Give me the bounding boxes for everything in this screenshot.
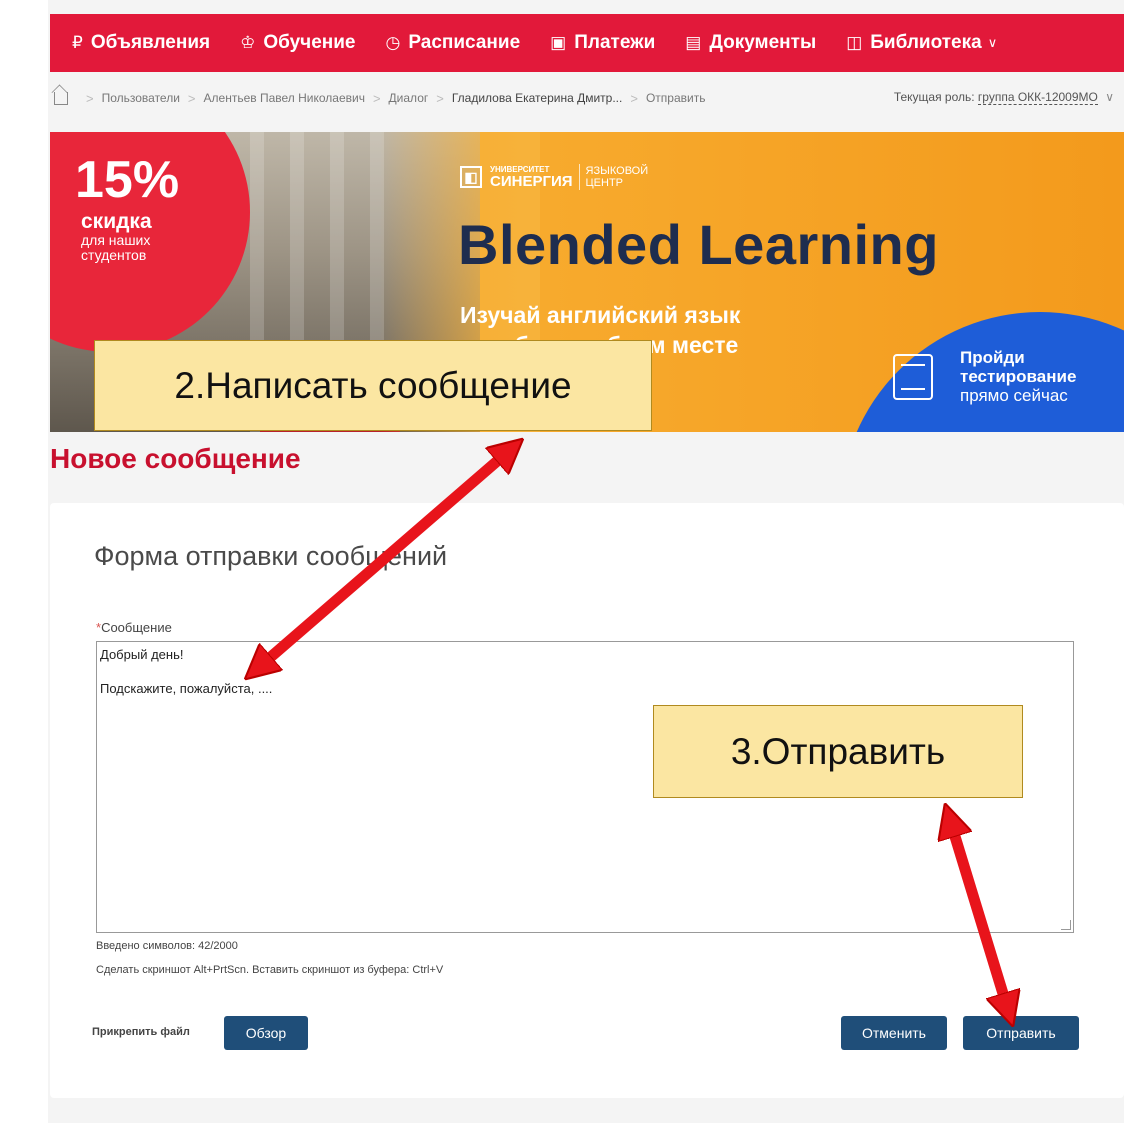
test-cta-3: прямо сейчас [960, 386, 1068, 405]
announcement-icon: ₽ [72, 33, 83, 52]
logo-divider [578, 164, 580, 190]
nav-item-label: Обучение [263, 32, 356, 53]
breadcrumb-recipient[interactable]: Гладилова Екатерина Дмитр... [452, 91, 623, 105]
nav-item-announcements[interactable]: ₽ Объявления [72, 32, 210, 54]
logo-center-2: ЦЕНТР [585, 177, 624, 189]
chevron-right-icon: > [187, 90, 196, 106]
top-navigation: ₽ Объявления ♔ Обучение ◷ Расписание ▣ П… [50, 14, 1124, 72]
nav-item-label: Платежи [574, 32, 656, 53]
test-checklist-icon [893, 354, 933, 400]
char-counter: Введено символов: 42/2000 [96, 940, 238, 952]
message-line: Подскажите, пожалуйста, .... [100, 681, 273, 696]
nav-item-schedule[interactable]: ◷ Расписание [386, 32, 521, 54]
document-icon: ▤ [685, 33, 702, 52]
banner-subtitle-1: Изучай английский язык [460, 302, 741, 328]
nav-item-documents[interactable]: ▤ Документы [685, 32, 816, 54]
nav-item-label: Документы [709, 32, 817, 53]
chevron-down-icon[interactable]: ∨ [1105, 90, 1114, 104]
discount-word: скидка [81, 210, 152, 233]
clock-icon: ◷ [385, 33, 401, 52]
message-form-card: Форма отправки сообщений *Сообщение Добр… [50, 503, 1124, 1098]
breadcrumb-users[interactable]: Пользователи [102, 91, 180, 105]
nav-item-label: Объявления [90, 32, 211, 53]
cancel-button[interactable]: Отменить [841, 1016, 947, 1050]
logo-center-1: ЯЗЫКОВОЙ [585, 165, 649, 177]
annotation-step-2: 2.Написать сообщение [94, 340, 652, 431]
test-cta[interactable]: Пройди тестирование прямо сейчас [960, 348, 1076, 405]
nav-item-library[interactable]: ◫ Библиотека ∨ [846, 32, 997, 54]
discount-percent: 15% [75, 151, 180, 209]
chevron-right-icon: > [630, 90, 638, 106]
breadcrumb-user[interactable]: Алентьев Павел Николаевич [204, 91, 365, 105]
library-icon: ◫ [846, 33, 863, 52]
role-label: Текущая роль: [893, 90, 975, 104]
breadcrumb-dialog[interactable]: Диалог [389, 91, 429, 105]
role-selector[interactable]: группа ОКК-12009МО [977, 90, 1098, 105]
logo-name: СИНЕРГИЯ [490, 173, 573, 190]
test-cta-1: Пройди [960, 348, 1025, 367]
send-button[interactable]: Отправить [963, 1016, 1079, 1050]
synergy-logo: ◧ УНИВЕРСИТЕТ СИНЕРГИЯ ЯЗЫКОВОЙ ЦЕНТР [460, 164, 648, 190]
resize-handle[interactable] [1061, 920, 1071, 930]
annotation-step-3: 3.Отправить [653, 705, 1023, 798]
current-role: Текущая роль: группа ОКК-12009МО ∨ [893, 90, 1114, 105]
attach-file-label: Прикрепить файл [92, 1026, 190, 1038]
chevron-down-icon: ∨ [987, 35, 998, 50]
browse-button[interactable]: Обзор [224, 1016, 308, 1050]
chevron-right-icon: > [436, 90, 444, 106]
test-cta-2: тестирование [960, 367, 1077, 386]
nav-item-label: Библиотека [870, 32, 982, 53]
graduation-icon: ♔ [240, 33, 256, 52]
nav-item-payments[interactable]: ▣ Платежи [550, 32, 655, 54]
message-label: *Сообщение [96, 620, 172, 635]
breadcrumb: > Пользователи > Алентьев Павел Николаев… [50, 80, 1124, 116]
form-title: Форма отправки сообщений [94, 541, 448, 571]
banner-title: Blended Learning [458, 213, 939, 276]
message-label-text: Сообщение [101, 620, 172, 635]
breadcrumb-current: Отправить [645, 91, 706, 105]
screenshot-hint: Сделать скриншот Alt+PrtScn. Вставить ск… [96, 964, 444, 976]
discount-subtitle: для наших студентов [81, 232, 151, 263]
nav-item-education[interactable]: ♔ Обучение [240, 32, 355, 54]
home-icon[interactable] [54, 91, 68, 105]
chevron-right-icon: > [86, 90, 94, 106]
page-title: Новое сообщение [50, 443, 301, 474]
payment-icon: ▣ [550, 33, 567, 52]
nav-item-label: Расписание [408, 32, 521, 53]
message-line: Добрый день! [100, 647, 184, 662]
chevron-right-icon: > [372, 90, 381, 106]
synergy-logo-icon: ◧ [460, 166, 482, 188]
